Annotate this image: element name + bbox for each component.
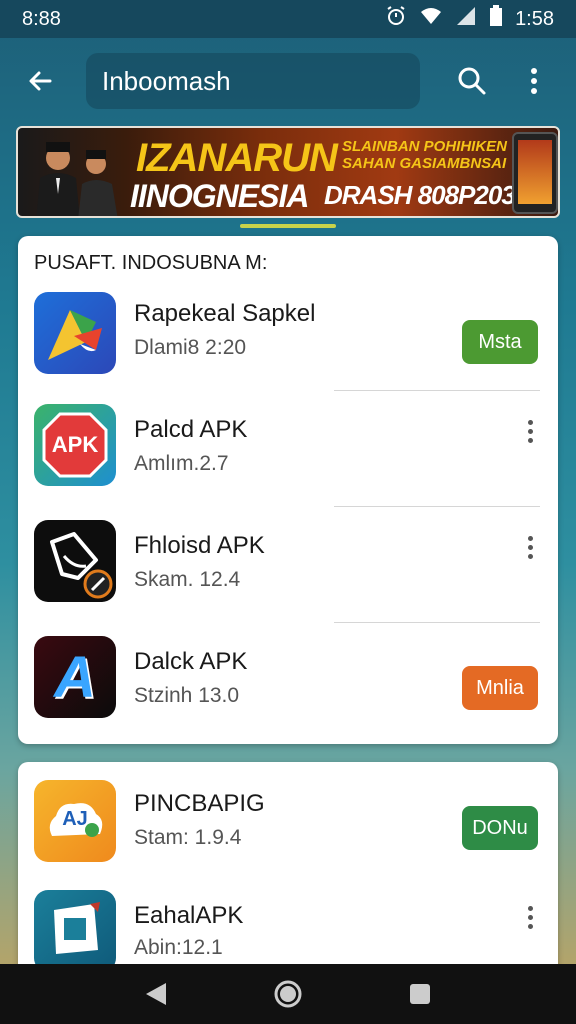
search-text: Inboomash xyxy=(102,65,231,96)
search-button[interactable] xyxy=(450,59,494,103)
app-action-button[interactable]: DONu xyxy=(462,806,538,850)
app-name: Dalck APK xyxy=(134,648,248,675)
nav-back-button[interactable] xyxy=(136,974,176,1014)
app-action-button[interactable]: Msta xyxy=(462,320,538,364)
list-item[interactable]: Fhloisd APK Skam. 12.4 xyxy=(18,518,558,634)
back-button[interactable] xyxy=(18,59,62,103)
signal-icon xyxy=(455,6,477,32)
square-frame-icon xyxy=(34,890,116,972)
app-version: Stzinh 13.0 xyxy=(134,684,240,707)
divider xyxy=(334,506,540,507)
app-name: PINCBAPIG xyxy=(134,790,265,817)
divider xyxy=(334,390,540,391)
system-nav-bar xyxy=(0,964,576,1024)
arrow-left-icon xyxy=(29,71,52,91)
banner-headline-2: IINOGNESIA xyxy=(130,178,309,214)
banner-headline-1: IZANARUN xyxy=(136,136,338,180)
page-indicator xyxy=(240,224,336,228)
item-overflow-button[interactable] xyxy=(520,902,540,932)
list-item[interactable]: AJ PINCBAPIG Stam: 1.9.4 DONu xyxy=(18,776,558,892)
app-list-card: PUSAFT. INDOSUBNA M: Rapekeal Sapkel Dla… xyxy=(18,236,558,744)
app-name: Rapekeal Sapkel xyxy=(134,300,316,327)
chat-cloud-text: AJ xyxy=(62,807,88,830)
app-version: Skam. 12.4 xyxy=(134,568,241,591)
apk-badge-text: APK xyxy=(51,432,99,457)
overflow-menu-button[interactable] xyxy=(512,59,556,103)
app-version: Abin:12.1 xyxy=(134,936,223,959)
banner-subtitle-1: SLAINBAN POHIHIKEN SAHAN GASIAMBNSAI xyxy=(342,138,508,172)
list-item[interactable]: Rapekeal Sapkel Dlami8 2:20 Msta xyxy=(18,286,558,402)
phone-illustration-icon xyxy=(512,132,558,214)
more-vert-icon xyxy=(531,68,537,94)
app-name: Palcd APK xyxy=(134,416,248,443)
square-recents-icon xyxy=(410,984,430,1004)
banner-subtitle-2: DRASH 808P203 xyxy=(324,180,516,210)
app-bar: Inboomash xyxy=(0,38,576,124)
app-version: Stam: 1.9.4 xyxy=(134,826,242,849)
status-time-right: 1:58 xyxy=(515,7,554,30)
app-version: Dlami8 2:20 xyxy=(134,336,247,359)
apk-badge-icon: APK xyxy=(34,404,116,486)
letter-a-text: A xyxy=(54,644,96,710)
maps-style-icon xyxy=(34,292,116,374)
wifi-icon xyxy=(419,6,443,32)
status-time-left: 8:88 xyxy=(22,7,61,30)
promo-banner[interactable]: IZANARUN IINOGNESIA SLAINBAN POHIHIKEN S… xyxy=(16,126,560,218)
section-title: PUSAFT. INDOSUBNA M: xyxy=(34,252,268,274)
circle-home-icon xyxy=(274,980,302,1008)
app-list-card-2: AJ PINCBAPIG Stam: 1.9.4 DONu EahalAPK A… xyxy=(18,762,558,982)
chat-cloud-icon: AJ xyxy=(34,780,116,862)
people-illustration-icon xyxy=(36,142,118,216)
app-name: Fhloisd APK xyxy=(134,532,265,559)
search-field[interactable]: Inboomash xyxy=(86,53,420,109)
list-item[interactable]: A Dalck APK Stzinh 13.0 Mnlia xyxy=(18,634,558,750)
nav-recents-button[interactable] xyxy=(400,974,440,1014)
nav-home-button[interactable] xyxy=(268,974,308,1014)
list-item[interactable]: APK Palcd APK Amlım.2.7 xyxy=(18,402,558,518)
status-bar: 8:88 1:58 xyxy=(0,0,576,38)
search-icon xyxy=(458,67,486,95)
battery-icon xyxy=(489,5,503,33)
alarm-icon xyxy=(385,5,407,33)
status-icons: 1:58 xyxy=(385,5,554,33)
triangle-back-icon xyxy=(146,983,166,1005)
app-name: EahalAPK xyxy=(134,902,244,929)
item-overflow-button[interactable] xyxy=(520,532,540,562)
app-version: Amlım.2.7 xyxy=(134,452,229,475)
letter-a-icon: A xyxy=(34,636,116,718)
leaf-outline-icon xyxy=(34,520,116,602)
item-overflow-button[interactable] xyxy=(520,416,540,446)
divider xyxy=(334,622,540,623)
app-action-button[interactable]: Mnlia xyxy=(462,666,538,710)
